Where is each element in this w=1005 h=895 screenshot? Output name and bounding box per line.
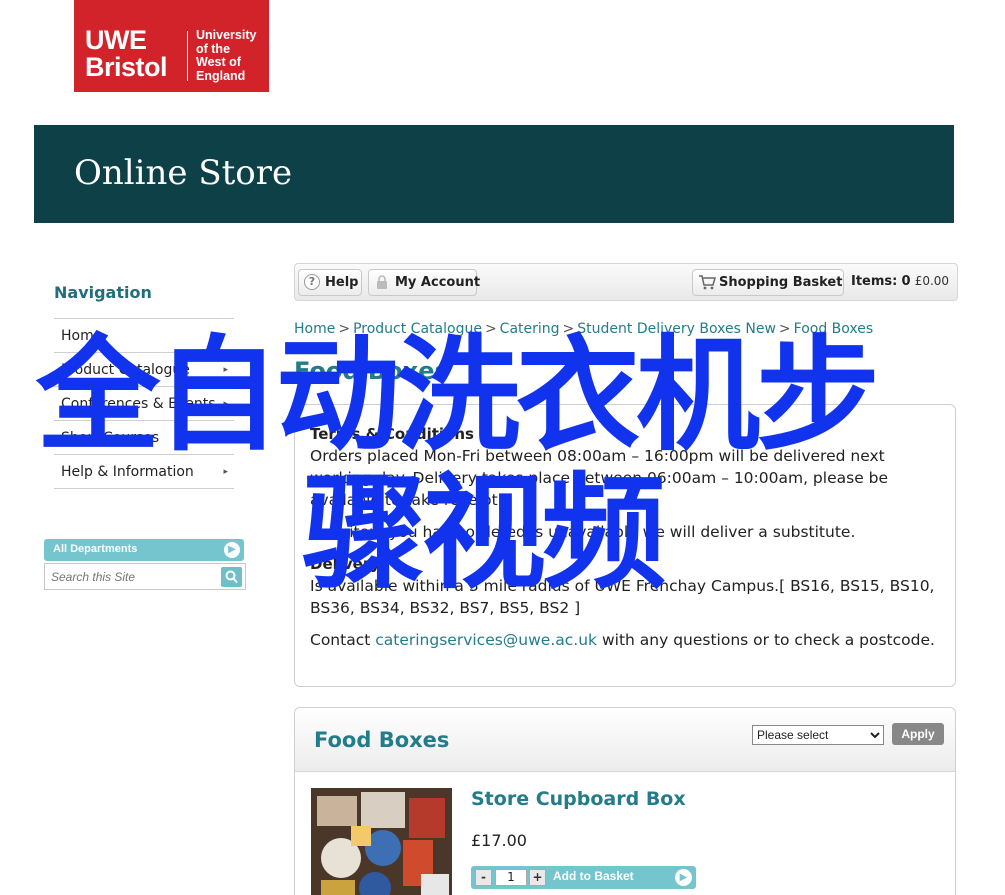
basket-summary: Items: 0 £0.00: [851, 274, 950, 289]
product-price: £17.00: [471, 831, 527, 850]
terms-substitute-text: If an item you have ordered is unavailab…: [310, 523, 856, 541]
panel-header: Food Boxes Please select Apply: [295, 708, 955, 772]
breadcrumb-link[interactable]: Catering: [500, 321, 560, 337]
terms-box: Terms & Conditions Orders placed Mon-Fri…: [294, 404, 956, 687]
quantity-decrease-button[interactable]: -: [475, 869, 492, 886]
breadcrumb-link[interactable]: Home: [294, 321, 335, 337]
nav-item-conferences-events[interactable]: Conferences & Events ▸: [54, 387, 234, 421]
add-to-basket-button[interactable]: Add to Basket: [553, 869, 634, 883]
department-label: All Departments: [53, 543, 138, 555]
arrow-right-circle-icon: ▶: [224, 542, 240, 558]
product-name[interactable]: Store Cupboard Box: [471, 788, 686, 810]
quantity-increase-button[interactable]: +: [529, 869, 546, 886]
logo-wordmark: UWE Bristol: [85, 25, 168, 82]
breadcrumb: Home > Product Catalogue > Catering > Student …: [294, 321, 874, 337]
basket-count: 0: [901, 274, 911, 289]
search-box: [44, 563, 246, 590]
delivery-heading: Delivery: [310, 555, 381, 573]
top-toolbar: ? Help My Account Shopping Basket Items:…: [294, 263, 958, 301]
logo-subtext: University of the West of England: [196, 28, 257, 83]
terms-heading: Terms & Conditions: [310, 425, 474, 443]
my-account-button[interactable]: My Account: [368, 269, 480, 296]
banner-title: Online Store: [74, 153, 293, 193]
help-button[interactable]: ? Help: [298, 269, 362, 296]
search-icon: [225, 570, 238, 584]
store-banner: Online Store: [34, 125, 954, 223]
basket-total: £0.00: [914, 274, 950, 288]
add-to-basket-bar: - 1 + Add to Basket ▶: [471, 866, 696, 889]
cart-icon: [698, 274, 716, 290]
arrow-right-circle-icon[interactable]: ▶: [675, 869, 692, 886]
nav-item-short-courses[interactable]: Short Courses ▸: [54, 421, 234, 455]
uwe-logo[interactable]: UWE Bristol University of the West of En…: [74, 0, 269, 92]
lock-icon: [374, 274, 390, 290]
quantity-input[interactable]: 1: [495, 869, 527, 886]
nav-list: Home Product Catalogue ▸ Conferences & Ev…: [54, 318, 234, 489]
panel-heading: Food Boxes: [314, 728, 450, 752]
product-image[interactable]: [311, 788, 452, 895]
department-selector[interactable]: All Departments ▶: [44, 539, 244, 561]
breadcrumb-link[interactable]: Product Catalogue: [353, 321, 482, 337]
breadcrumb-link[interactable]: Student Delivery Boxes New: [577, 321, 776, 337]
search-button[interactable]: [221, 567, 242, 587]
question-icon: ?: [304, 274, 320, 290]
apply-button[interactable]: Apply: [892, 723, 944, 745]
logo-divider: [187, 31, 188, 81]
page-title: Food Boxes: [294, 357, 449, 385]
chevron-right-icon: ▸: [223, 433, 228, 443]
delivery-text: Is available within a 3 mile radius of U…: [310, 577, 935, 617]
chevron-right-icon: ▸: [223, 365, 228, 375]
breadcrumb-current[interactable]: Food Boxes: [794, 321, 874, 337]
shopping-basket-button[interactable]: Shopping Basket: [692, 269, 844, 296]
contact-email-link[interactable]: cateringservices@uwe.ac.uk: [375, 631, 597, 649]
chevron-right-icon: ▸: [223, 467, 228, 477]
sort-select[interactable]: Please select: [752, 725, 884, 745]
search-input[interactable]: [51, 568, 211, 586]
contact-text: Contact cateringservices@uwe.ac.uk with …: [310, 631, 935, 649]
chevron-right-icon: ▸: [223, 399, 228, 409]
terms-orders-text: Orders placed Mon-Fri between 08:00am – …: [310, 447, 889, 509]
food-box-photo: [311, 788, 452, 895]
product-list-panel: Food Boxes Please select Apply Store Cup…: [294, 707, 956, 895]
nav-heading: Navigation: [54, 283, 152, 302]
nav-item-product-catalogue[interactable]: Product Catalogue ▸: [54, 353, 234, 387]
nav-item-help-information[interactable]: Help & Information ▸: [54, 455, 234, 489]
nav-item-home[interactable]: Home: [54, 319, 234, 353]
